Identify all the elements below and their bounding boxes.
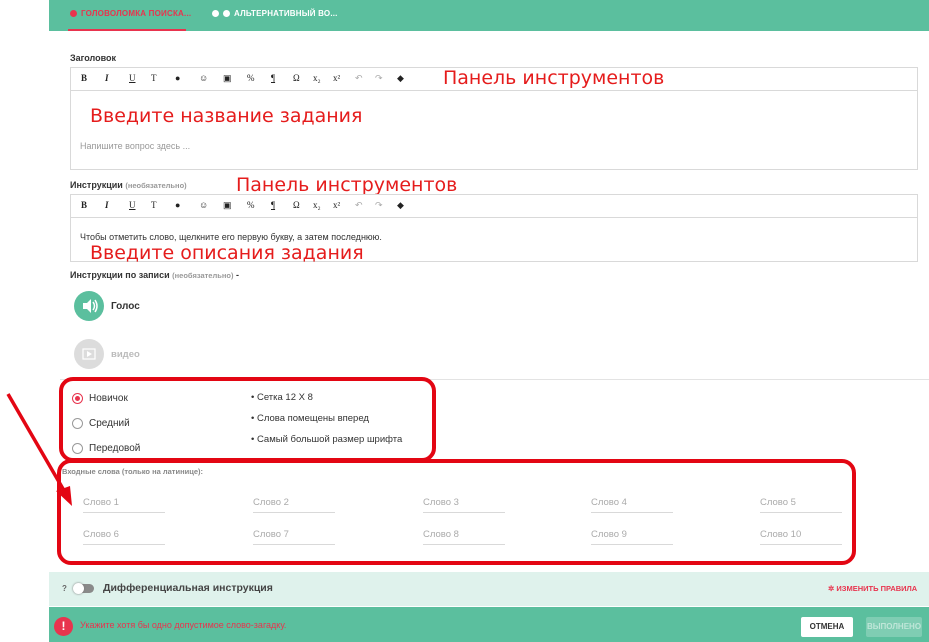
bold-button[interactable]: B: [81, 200, 87, 210]
paragraph-icon[interactable]: ¶: [271, 200, 275, 210]
question-placeholder: Напишите вопрос здесь ...: [80, 141, 191, 151]
differential-help[interactable]: ?: [62, 584, 67, 593]
superscript-button[interactable]: x²: [333, 200, 340, 210]
error-icon: !: [54, 617, 73, 636]
image-icon[interactable]: ▣: [223, 200, 232, 211]
tab-word-search-label: ГОЛОВОЛОМКА ПОИСКА...: [81, 9, 192, 18]
cancel-button[interactable]: ОТМЕНА: [801, 617, 853, 637]
error-message: Укажите хотя бы одно допустимое слово-за…: [80, 620, 287, 630]
subscript-button[interactable]: x₂: [313, 73, 321, 83]
undo-icon[interactable]: ↶: [355, 200, 363, 211]
color-icon[interactable]: ●: [175, 200, 180, 210]
record-label-text: Инструкции по записи: [70, 270, 170, 280]
link-icon[interactable]: %: [247, 200, 255, 210]
italic-button[interactable]: I: [105, 200, 109, 210]
instructions-toolbar: B I U T ● ☺ ▣ % ¶ Ω x₂ x² ↶ ↷ ◆: [71, 195, 917, 218]
emoji-icon[interactable]: ☺: [199, 73, 208, 83]
video-label: видео: [111, 349, 140, 360]
record-optional: (необязательно): [172, 271, 234, 280]
instructions-text[interactable]: Чтобы отметить слово, щелкните его перву…: [80, 232, 382, 242]
change-rules-label: ИЗМЕНИТЬ ПРАВИЛА: [836, 584, 918, 593]
redo-icon[interactable]: ↷: [375, 200, 383, 211]
voice-record-button[interactable]: [74, 291, 104, 321]
underline-button[interactable]: U: [129, 200, 136, 210]
eraser-icon[interactable]: ◆: [397, 73, 404, 84]
instructions-label: Инструкции (необязательно): [70, 180, 187, 190]
differential-toggle[interactable]: [73, 583, 94, 594]
plus-icon: [223, 10, 230, 17]
color-icon[interactable]: ●: [175, 73, 180, 83]
tab-alternative-label: АЛЬТЕРНАТИВНЫЙ ВО...: [234, 9, 338, 18]
differential-label: Дифференциальная инструкция: [103, 582, 273, 594]
toggle-knob: [73, 583, 84, 594]
question-icon: [212, 10, 219, 17]
annotation-instructions-body: Введите описания задания: [90, 242, 364, 264]
instructions-label-text: Инструкции: [70, 180, 123, 190]
speaker-icon: [83, 299, 98, 313]
underline-button[interactable]: U: [129, 73, 136, 83]
superscript-button[interactable]: x²: [333, 73, 340, 83]
image-icon[interactable]: ▣: [223, 73, 232, 84]
active-tab-indicator: [68, 29, 186, 31]
record-label: Инструкции по записи (необязательно) -: [70, 270, 239, 280]
bold-button[interactable]: B: [81, 73, 87, 83]
video-record-button[interactable]: [74, 339, 104, 369]
annotation-toolbar-1: Панель инструментов: [443, 67, 665, 89]
subscript-button[interactable]: x₂: [313, 200, 321, 210]
gear-icon: ✲: [828, 584, 835, 593]
done-button[interactable]: ВЫПОЛНЕНО: [866, 617, 922, 637]
text-style-button[interactable]: T: [151, 73, 157, 83]
record-dash: -: [235, 270, 239, 280]
omega-button[interactable]: Ω: [293, 200, 300, 210]
italic-button[interactable]: I: [105, 73, 109, 83]
title-label: Заголовок: [70, 53, 117, 63]
link-icon[interactable]: %: [247, 73, 255, 83]
tab-alternative[interactable]: АЛЬТЕРНАТИВНЫЙ ВО...: [212, 9, 338, 18]
text-style-button[interactable]: T: [151, 200, 157, 210]
voice-label: Голос: [111, 301, 140, 312]
video-icon: [82, 348, 96, 360]
emoji-icon[interactable]: ☺: [199, 200, 208, 210]
annotation-title-body: Введите название задания: [90, 105, 363, 127]
annotation-box-words: [57, 459, 856, 565]
annotation-toolbar-2: Панель инструментов: [236, 174, 458, 196]
tab-word-search[interactable]: ГОЛОВОЛОМКА ПОИСКА...: [70, 9, 191, 18]
eraser-icon[interactable]: ◆: [397, 200, 404, 211]
paragraph-icon[interactable]: ¶: [271, 73, 275, 83]
redo-icon[interactable]: ↷: [375, 73, 383, 84]
gear-icon: [70, 10, 77, 17]
change-rules-link[interactable]: ✲ ИЗМЕНИТЬ ПРАВИЛА: [828, 584, 917, 593]
annotation-arrow: [6, 393, 72, 506]
undo-icon[interactable]: ↶: [355, 73, 363, 84]
annotation-box-difficulty: [59, 377, 436, 462]
instructions-optional: (необязательно): [125, 181, 187, 190]
omega-button[interactable]: Ω: [293, 73, 300, 83]
